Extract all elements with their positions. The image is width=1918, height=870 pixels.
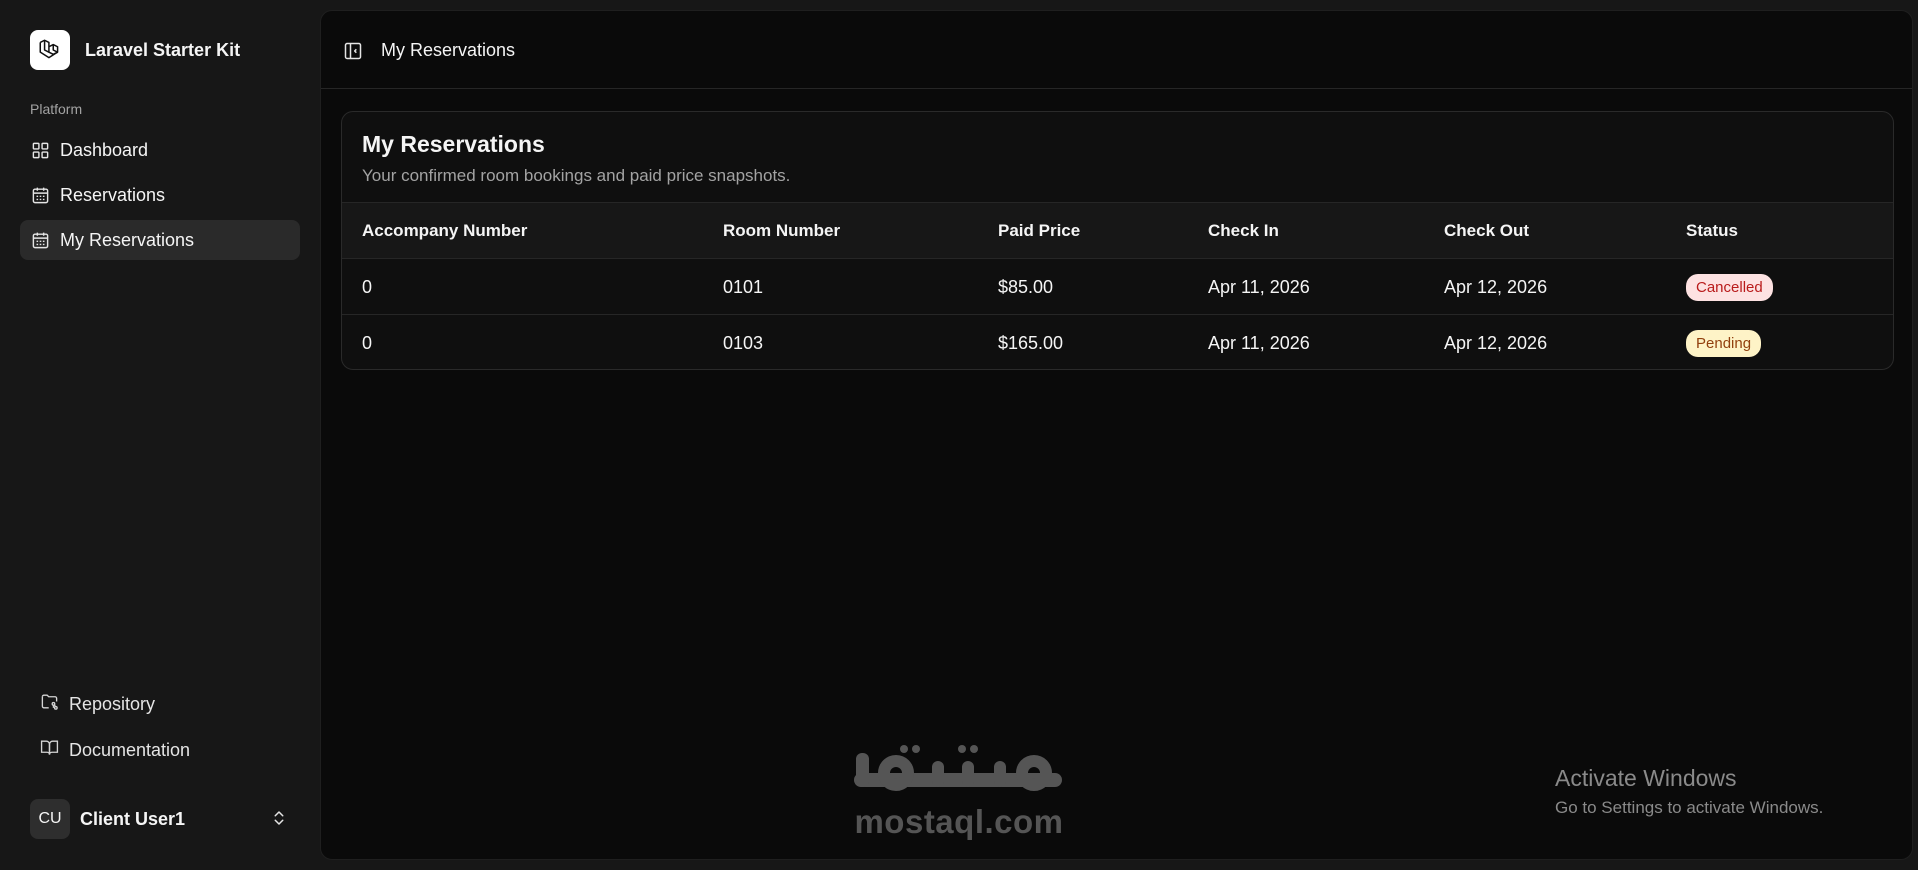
laravel-logo-icon: [30, 30, 70, 70]
column-header: Status: [1686, 221, 1738, 240]
status-badge: Pending: [1686, 329, 1762, 357]
reservations-card: My Reservations Your confirmed room book…: [341, 111, 1894, 370]
check-in-cell: Apr 11, 2026: [1208, 276, 1310, 297]
book-open-icon: [40, 738, 59, 762]
status-cell: Pending: [1686, 315, 1762, 369]
accompany-cell: 0: [362, 332, 373, 353]
activate-subtitle: Go to Settings to activate Windows.: [1555, 798, 1824, 817]
documentation-link[interactable]: Documentation: [30, 732, 190, 768]
table-header-row: Accompany Number Room Number Paid Price …: [342, 202, 1893, 258]
avatar: CU: [30, 799, 70, 839]
calendar-icon: [30, 185, 50, 205]
accompany-cell: 0: [362, 276, 373, 297]
check-out-cell: Apr 12, 2026: [1444, 276, 1548, 297]
card-subtitle: Your confirmed room bookings and paid pr…: [362, 166, 791, 185]
sidebar-item-reservations[interactable]: Reservations: [20, 175, 300, 215]
user-name: Client User1: [80, 808, 186, 829]
calendar-icon: [30, 230, 50, 250]
sidebar-item-label: Reservations: [60, 184, 166, 205]
watermark-text: mostaql.com: [854, 803, 1064, 840]
breadcrumb[interactable]: My Reservations: [381, 40, 515, 61]
room-cell: 0103: [723, 332, 764, 353]
sidebar-toggle-icon[interactable]: [343, 41, 363, 61]
sidebar-item-dashboard[interactable]: Dashboard: [20, 130, 300, 170]
table-row: 0 0101 $85.00 Apr 11, 2026 Apr 12, 2026 …: [342, 258, 1893, 314]
status-cell: Cancelled: [1686, 259, 1773, 315]
check-in-cell: Apr 11, 2026: [1208, 332, 1310, 353]
card-title: My Reservations: [362, 131, 545, 157]
repository-link[interactable]: Repository: [30, 686, 155, 722]
sidebar: Laravel Starter Kit Platform Dashboard R…: [0, 0, 320, 870]
main-panel: My Reservations My Reservations Your con…: [320, 10, 1913, 860]
status-badge: Cancelled: [1686, 273, 1773, 301]
activate-title: Activate Windows: [1555, 765, 1737, 791]
brand-name: Laravel Starter Kit: [85, 39, 241, 60]
sidebar-item-label: Dashboard: [60, 139, 149, 160]
layout-grid-icon: [30, 140, 50, 160]
folder-git-icon: [40, 692, 59, 716]
activate-windows-notice: Activate Windows Go to Settings to activ…: [1555, 765, 1823, 818]
column-header: Check In: [1208, 221, 1279, 240]
mostaql-logo-icon: [839, 743, 1079, 801]
nav-group-label: Platform: [30, 101, 83, 117]
room-cell: 0101: [723, 276, 764, 297]
mostaql-watermark: mostaql.com: [839, 743, 1079, 841]
table-row: 0 0103 $165.00 Apr 11, 2026 Apr 12, 2026…: [342, 314, 1893, 369]
repository-label: Repository: [69, 693, 156, 714]
sidebar-item-my-reservations[interactable]: My Reservations: [20, 220, 300, 260]
top-bar: My Reservations: [321, 11, 1912, 89]
column-header: Room Number: [723, 221, 841, 240]
sidebar-item-label: My Reservations: [60, 229, 195, 250]
brand[interactable]: Laravel Starter Kit: [30, 30, 240, 70]
column-header: Accompany Number: [362, 221, 528, 240]
user-menu[interactable]: CU Client User1: [20, 794, 300, 844]
price-cell: $85.00: [998, 276, 1054, 297]
documentation-label: Documentation: [69, 739, 191, 760]
reservations-table: Accompany Number Room Number Paid Price …: [342, 202, 1893, 369]
price-cell: $165.00: [998, 332, 1064, 353]
column-header: Check Out: [1444, 221, 1530, 240]
check-out-cell: Apr 12, 2026: [1444, 332, 1548, 353]
chevrons-up-down-icon: [270, 809, 288, 832]
column-header: Paid Price: [998, 221, 1081, 240]
